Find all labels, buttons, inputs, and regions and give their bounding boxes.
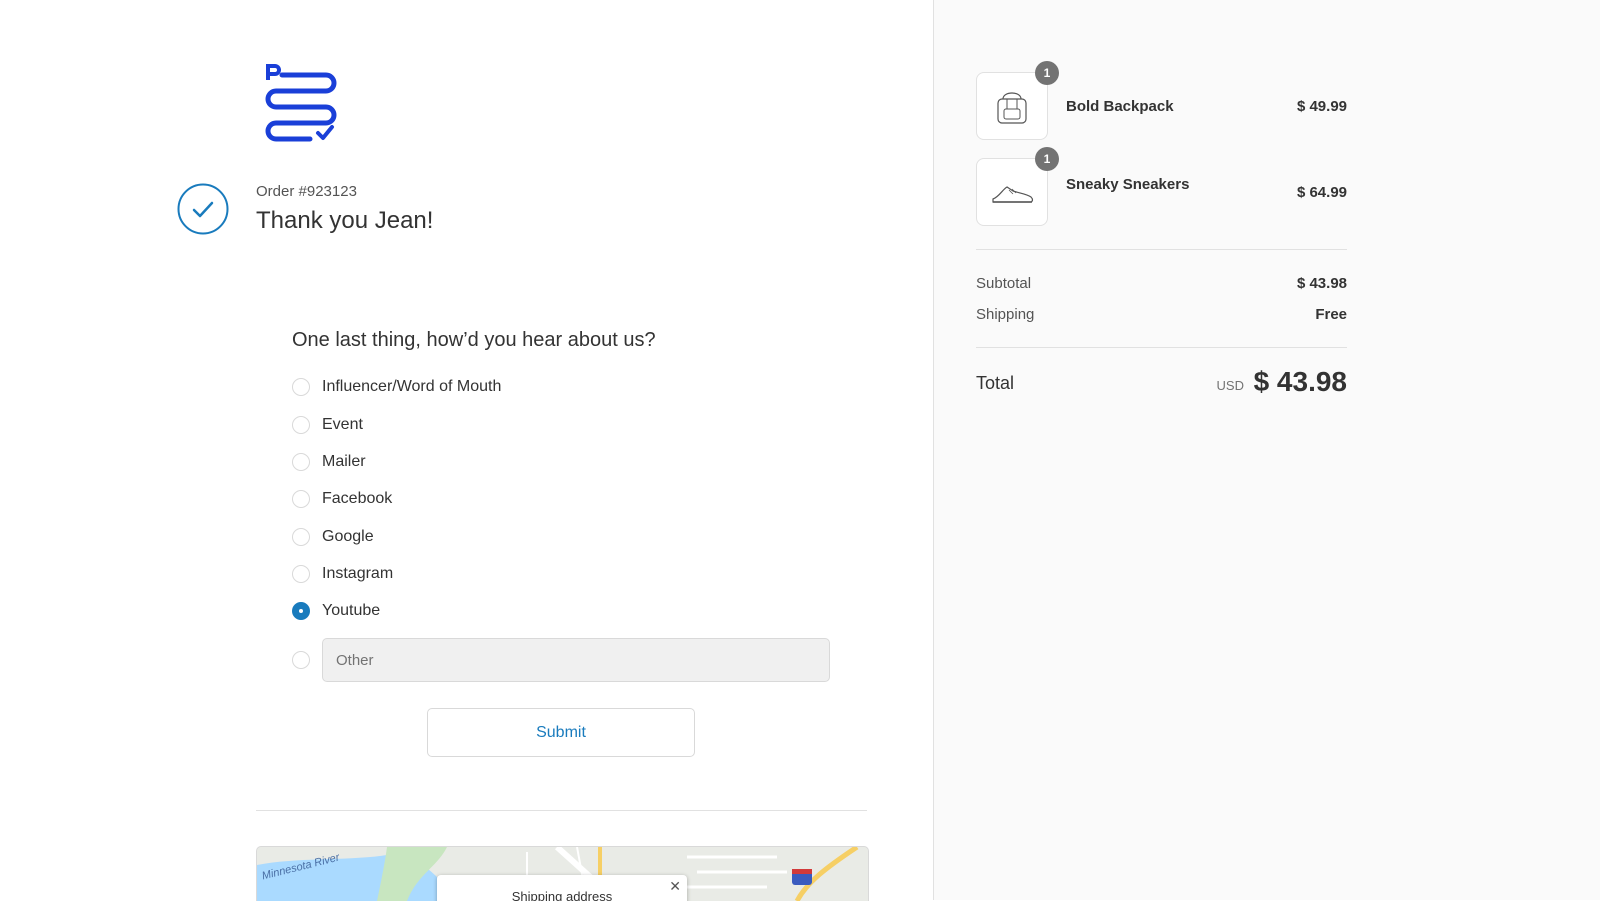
survey-option-google[interactable]: Google (292, 525, 374, 549)
store-logo (265, 64, 337, 142)
order-number: Order #923123 (256, 183, 357, 200)
survey-option-youtube[interactable]: Youtube (292, 599, 380, 623)
total-value: $ 43.98 (1253, 366, 1347, 397)
subtotal-value: $ 43.98 (1296, 275, 1347, 292)
map-popup: ✕ Shipping address (437, 875, 687, 901)
quantity-badge: 1 (1035, 61, 1059, 85)
survey-option-label: Instagram (322, 565, 394, 582)
survey-option-other-radio[interactable] (292, 651, 310, 669)
survey-question: One last thing, how’d you hear about us? (292, 329, 656, 351)
survey-option-instagram[interactable]: Instagram (292, 562, 393, 586)
summary-divider (976, 249, 1347, 250)
radio-button[interactable] (292, 490, 310, 508)
survey-option-label: Youtube (322, 602, 381, 619)
survey-option-label: Event (322, 416, 363, 433)
quantity-badge: 1 (1035, 147, 1059, 171)
subtotal-label: Subtotal (976, 275, 1032, 292)
cart-item-price: $ 64.99 (1296, 184, 1347, 201)
radio-button[interactable] (292, 528, 310, 546)
section-divider (256, 810, 867, 811)
submit-button[interactable]: Submit (427, 708, 695, 757)
radio-button-selected[interactable] (292, 602, 310, 620)
cart-item-price: $ 49.99 (1296, 98, 1347, 115)
shipping-label: Shipping (976, 306, 1035, 323)
main-panel: Order #923123 Thank you Jean! One last t… (0, 0, 933, 901)
shipping-map[interactable]: Minnesota River ✕ Shipping address (256, 846, 869, 901)
survey-option-mailer[interactable]: Mailer (292, 450, 366, 474)
survey-option-label: Google (322, 528, 374, 545)
product-thumbnail (976, 158, 1048, 226)
other-source-input[interactable] (322, 638, 830, 682)
cart-item-name: Sneaky Sneakers (1066, 176, 1190, 193)
shipping-value: Free (1315, 306, 1347, 323)
radio-button[interactable] (292, 453, 310, 471)
total-label: Total (976, 373, 1015, 393)
backpack-icon (997, 92, 1027, 124)
map-popup-title: Shipping address (511, 889, 613, 901)
order-confirmed-check-icon (177, 183, 229, 235)
product-thumbnail (976, 72, 1048, 140)
total-currency: USD (1216, 378, 1244, 393)
survey-option-label: Facebook (322, 490, 393, 507)
radio-button[interactable] (292, 416, 310, 434)
sneaker-icon (992, 186, 1034, 203)
survey-option-label: Influencer/Word of Mouth (322, 378, 502, 395)
cart-item-name: Bold Backpack (1066, 98, 1174, 115)
radio-button[interactable] (292, 378, 310, 396)
radio-button[interactable] (292, 565, 310, 583)
thank-you-heading: Thank you Jean! (256, 207, 434, 234)
survey-option-facebook[interactable]: Facebook (292, 487, 392, 511)
summary-divider (976, 347, 1347, 348)
survey-option-label: Mailer (322, 453, 366, 470)
survey-option-influencer[interactable]: Influencer/Word of Mouth (292, 375, 501, 399)
survey-option-event[interactable]: Event (292, 413, 363, 437)
